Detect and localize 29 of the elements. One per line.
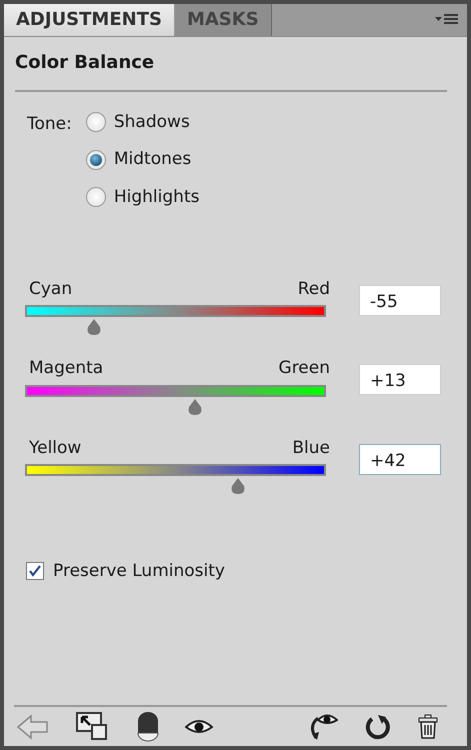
panel-menu-icon[interactable] <box>435 12 459 27</box>
reset-icon[interactable] <box>364 714 391 740</box>
slider-label: Blue <box>292 436 330 460</box>
radio-label: Midtones <box>114 148 192 171</box>
slider-thumb[interactable] <box>228 478 247 494</box>
slider-label: Cyan <box>29 278 72 301</box>
radio-label: Shadows <box>114 110 190 134</box>
panel-tab[interactable]: ADJUSTMENTS <box>4 4 175 36</box>
checkbox[interactable] <box>26 562 44 580</box>
value-field[interactable]: +13 <box>359 364 441 396</box>
eye-icon[interactable] <box>185 718 214 735</box>
value-field[interactable]: -55 <box>359 284 441 316</box>
value-field[interactable]: +42 <box>359 444 441 475</box>
checkbox-label: Preserve Luminosity <box>53 560 225 584</box>
slider-label: Red <box>298 278 330 301</box>
slider-label: Green <box>278 357 330 380</box>
slider-label: Yellow <box>29 436 82 460</box>
slider-thumb[interactable] <box>186 398 204 415</box>
radio-label: Highlights <box>114 186 200 208</box>
trash-icon[interactable] <box>416 714 439 740</box>
slider-label: Magenta <box>29 357 104 380</box>
radio-button[interactable] <box>86 187 106 208</box>
clip-layer-icon[interactable] <box>136 710 159 743</box>
panel-title: Color Balance <box>15 52 154 73</box>
radio-button[interactable] <box>86 112 106 132</box>
radio-button[interactable] <box>86 150 106 170</box>
slider-thumb[interactable] <box>84 319 103 336</box>
tone-label: Tone: <box>27 112 72 136</box>
back-arrow-icon[interactable] <box>16 714 50 740</box>
